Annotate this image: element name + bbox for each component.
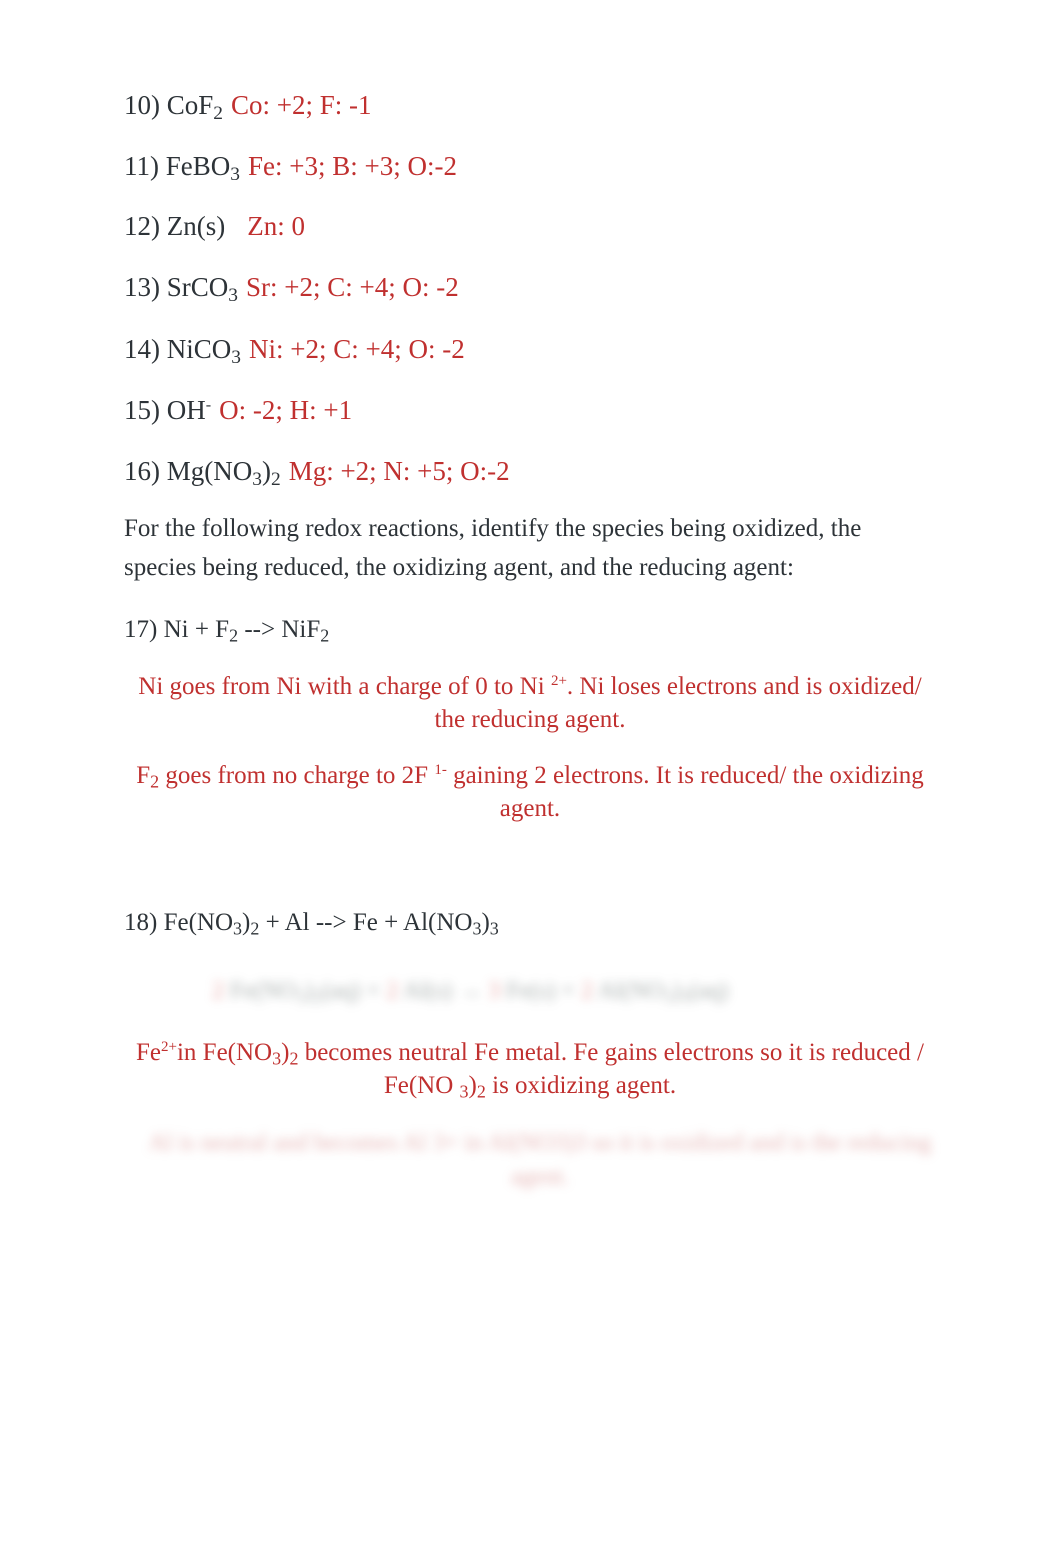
q18-answer-reduced: Fe2+in Fe(NO3)2 becomes neutral Fe metal… — [136, 1039, 924, 1102]
item-number: 12) — [124, 211, 160, 241]
instructions-paragraph: For the following redox reactions, ident… — [124, 509, 924, 587]
chemical-formula: CoF2 — [166, 90, 223, 124]
instructions-text: For the following redox reactions, ident… — [124, 515, 862, 581]
oxidation-item: 13) SrCO3 Sr: +2; C: +4; O: -2 — [124, 271, 459, 306]
item-number: 10) — [124, 90, 160, 120]
q17-answer-oxidized: Ni goes from Ni with a charge of 0 to Ni… — [138, 673, 922, 733]
item-number: 11) — [124, 151, 159, 181]
chemical-formula: OH- — [166, 395, 212, 425]
chemical-formula: NiCO3 — [166, 334, 241, 368]
oxidation-item: 10) CoF2 Co: +2; F: -1 — [124, 89, 372, 124]
blurred-q18-answer-oxidized: Al is neutral and becomes Al 3+ in Al(NO… — [148, 1130, 932, 1190]
chemical-formula: FeBO3 — [165, 151, 240, 185]
oxidation-item: 11) FeBO3 Fe: +3; B: +3; O:-2 — [124, 150, 457, 185]
oxidation-answer: Fe: +3; B: +3; O:-2 — [247, 151, 457, 181]
oxidation-answer: Mg: +2; N: +5; O:-2 — [288, 456, 510, 486]
item-number: 13) — [124, 272, 160, 302]
oxidation-answer: Zn: 0 — [247, 211, 305, 241]
chemical-formula: SrCO3 — [166, 272, 238, 306]
chemical-formula: Mg(NO3)2 — [166, 456, 281, 490]
question-18: 18) Fe(NO3)2 + Al --> Fe + Al(NO3)3 — [124, 909, 499, 939]
oxidation-answer: O: -2; H: +1 — [219, 395, 353, 425]
oxidation-answer: Ni: +2; C: +4; O: -2 — [248, 334, 465, 364]
item-number: 14) — [124, 334, 160, 364]
oxidation-answer: Co: +2; F: -1 — [231, 90, 372, 120]
oxidation-item: 12) Zn(s) Zn: 0 — [124, 210, 305, 242]
oxidation-item: 15) OH- O: -2; H: +1 — [124, 394, 352, 426]
oxidation-answer: Sr: +2; C: +4; O: -2 — [245, 272, 459, 302]
q17-answer-reduced: F2 goes from no charge to 2F 1- gaining … — [136, 762, 924, 822]
blurred-balanced-equation: 2 Fe(NO3)2(aq) + 2 Al(s) → 3 Fe(s) + 2 A… — [212, 978, 729, 1007]
chemical-formula: Zn(s) — [166, 211, 226, 241]
item-number: 16) — [124, 456, 160, 486]
item-number: 15) — [124, 395, 160, 425]
question-17: 17) Ni + F2 --> NiF2 — [124, 616, 330, 646]
oxidation-item: 16) Mg(NO3)2 Mg: +2; N: +5; O:-2 — [124, 455, 510, 490]
oxidation-item: 14) NiCO3 Ni: +2; C: +4; O: -2 — [124, 333, 465, 368]
